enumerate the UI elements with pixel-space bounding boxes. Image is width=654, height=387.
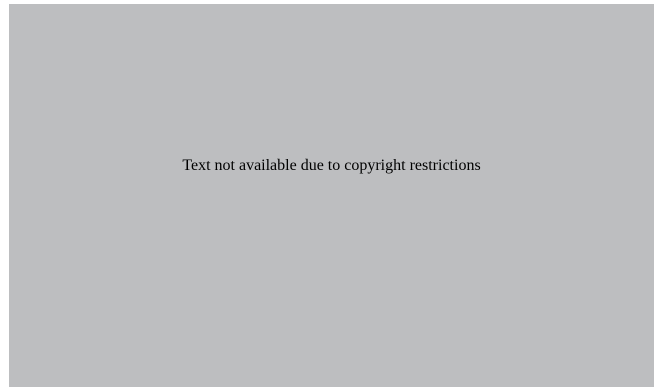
copyright-placeholder-panel: Text not available due to copyright rest…	[9, 4, 654, 387]
copyright-notice-text: Text not available due to copyright rest…	[182, 157, 481, 174]
